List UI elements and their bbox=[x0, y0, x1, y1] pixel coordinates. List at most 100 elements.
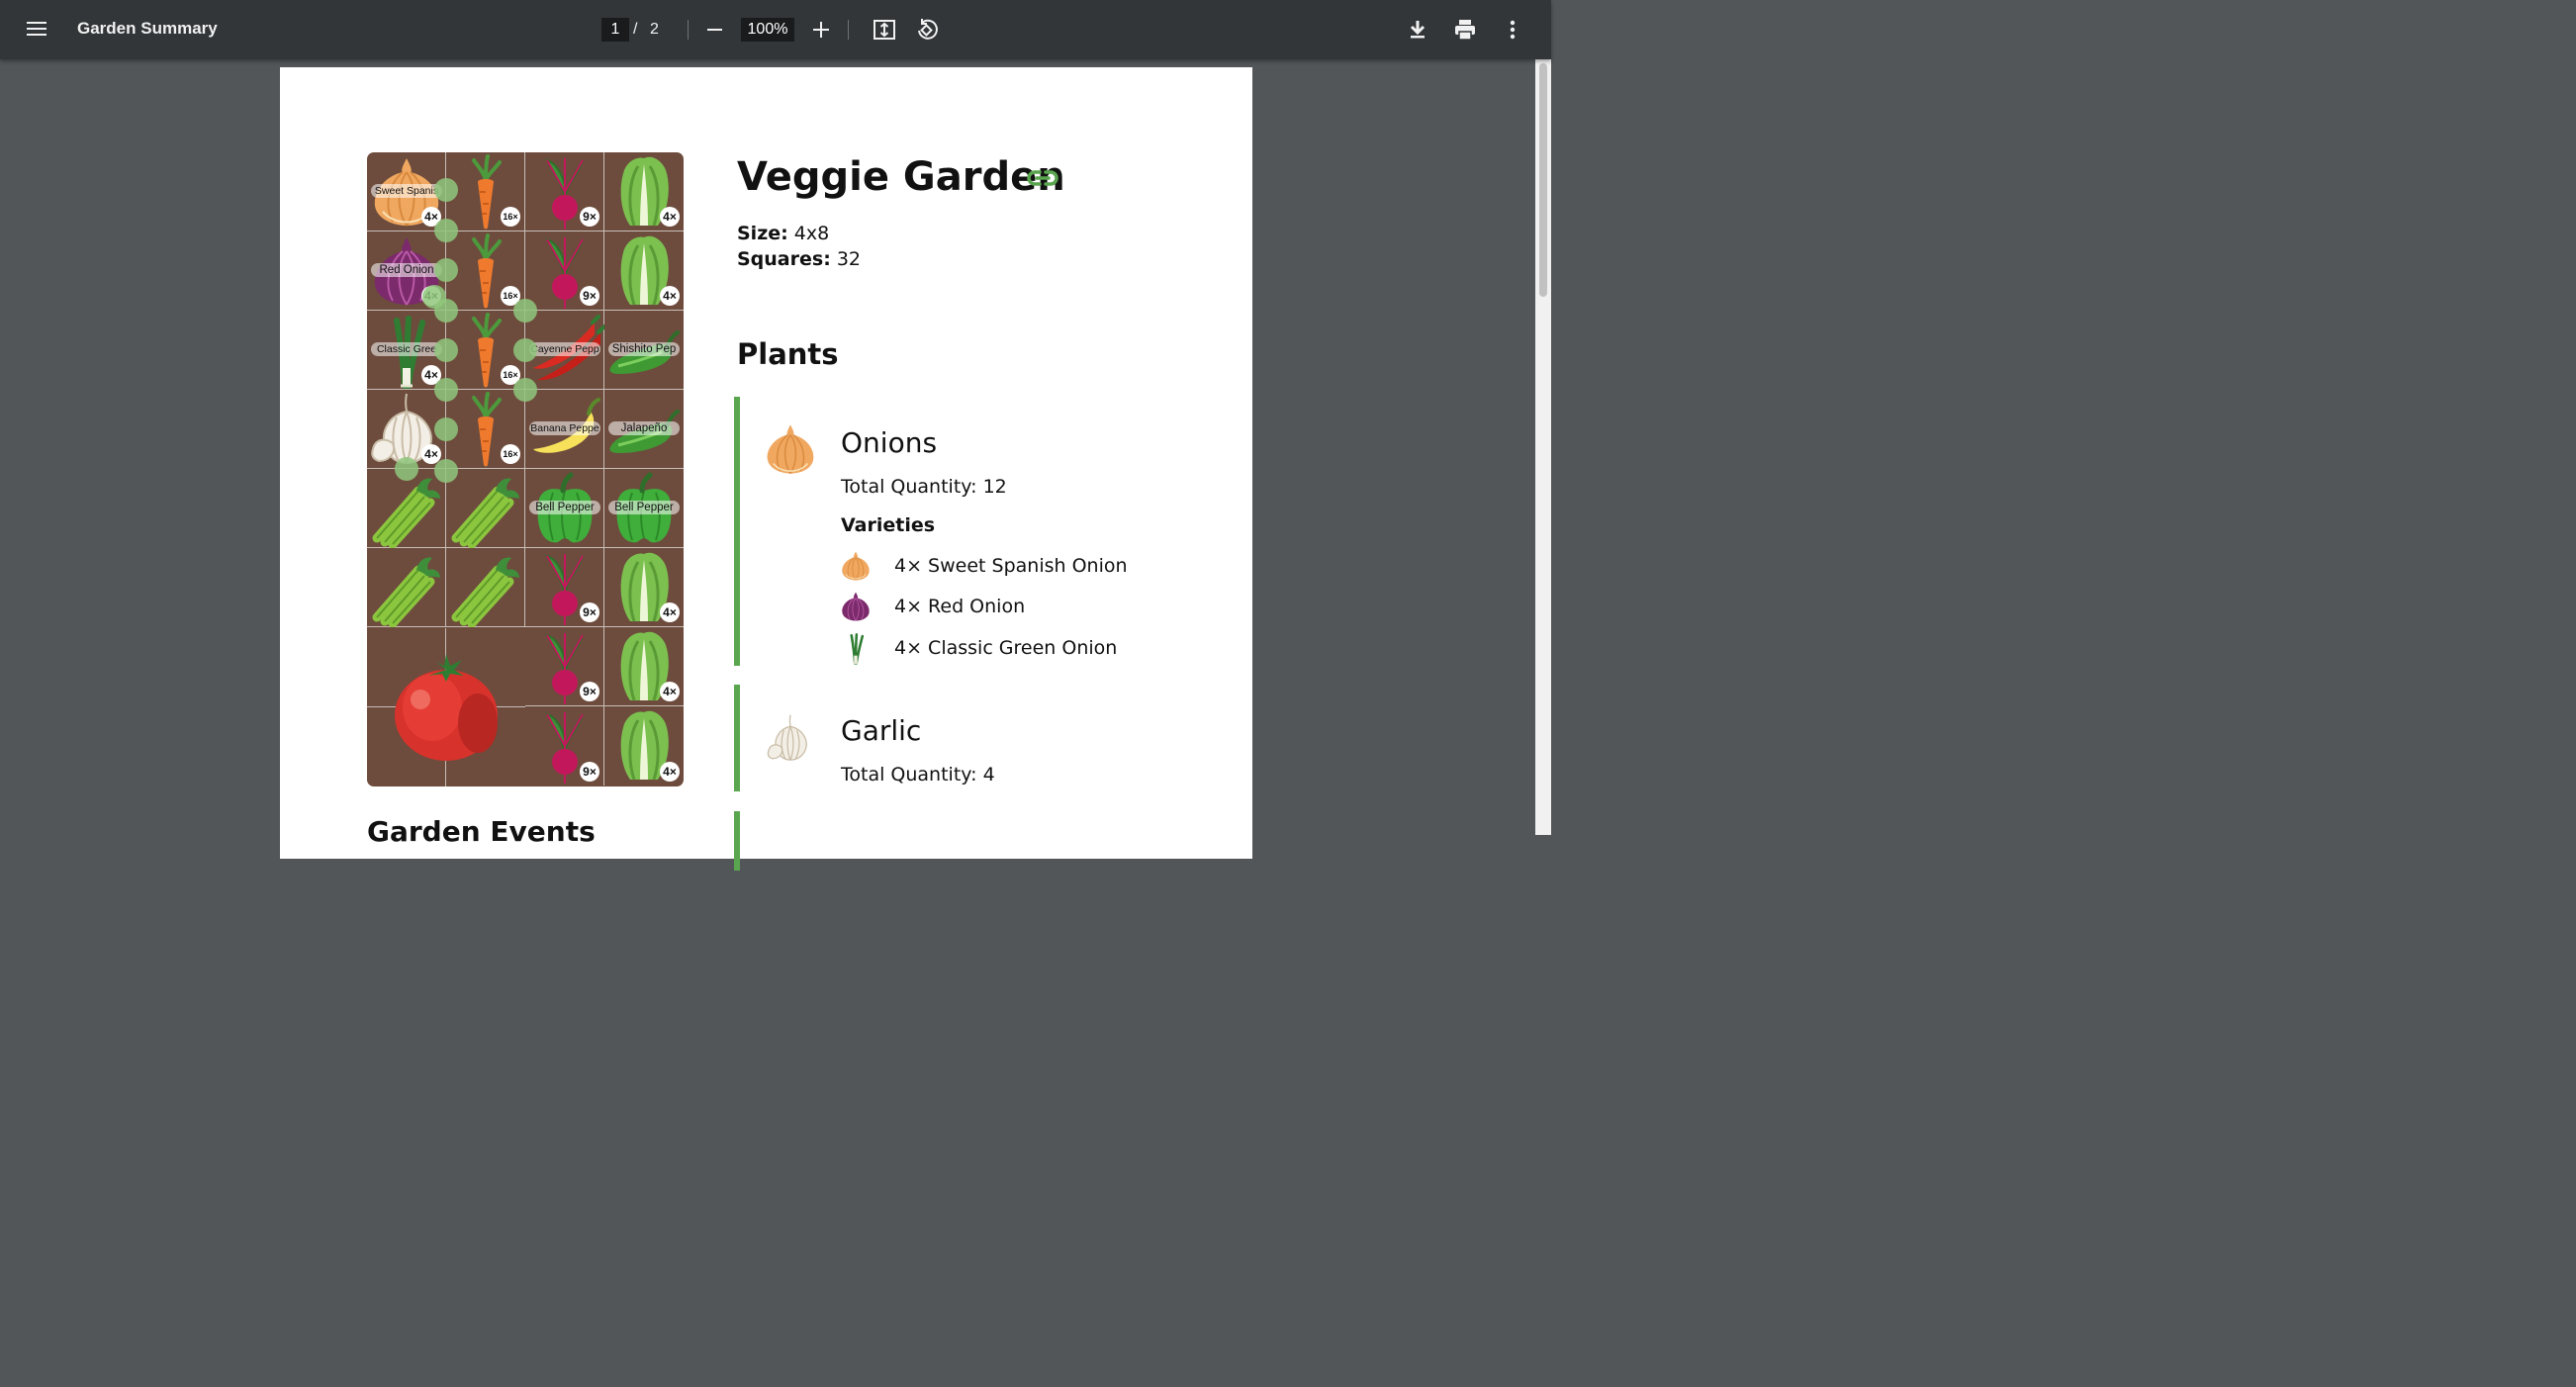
grid-cell-lettuce: 4× bbox=[604, 627, 684, 706]
variety-text: 4× Classic Green Onion bbox=[894, 637, 1118, 659]
grid-cell-label: Sweet Spanis bbox=[371, 184, 442, 198]
hamburger-menu-icon[interactable] bbox=[24, 18, 49, 42]
garden-squares: Squares: 32 bbox=[737, 248, 861, 270]
toolbar-divider bbox=[688, 20, 689, 40]
grid-cell-celery bbox=[367, 548, 446, 627]
celery-icon bbox=[367, 548, 446, 627]
plant-name: Onions bbox=[841, 426, 938, 459]
garlic-icon bbox=[762, 712, 819, 764]
varieties-heading: Varieties bbox=[841, 514, 936, 536]
planting-dot bbox=[434, 338, 458, 362]
sweet-onion-icon bbox=[839, 549, 873, 583]
grid-cell-lettuce: 4× bbox=[604, 152, 684, 231]
garden-grid: Sweet Spanis 4× 16× 9× 4× Red Onion 4× 1… bbox=[367, 152, 684, 786]
quantity-badge: 4× bbox=[660, 682, 680, 701]
grid-cell-label: Cayenne Pepp bbox=[529, 342, 600, 356]
quantity-badge: 9× bbox=[580, 682, 599, 701]
page-separator: / bbox=[633, 21, 638, 38]
grid-cell-beet: 9× bbox=[525, 706, 604, 786]
quantity-badge: 4× bbox=[660, 207, 680, 227]
grid-cell-celery bbox=[367, 469, 446, 548]
garden-size: Size: 4x8 bbox=[737, 223, 829, 244]
garden-events-heading: Garden Events bbox=[367, 815, 596, 848]
grid-cell-cayenne-pepper: Cayenne Pepp bbox=[525, 311, 604, 390]
grid-cell-bell-pepper: Bell Pepper bbox=[525, 469, 604, 548]
grid-cell-beet: 9× bbox=[525, 152, 604, 231]
planting-dot bbox=[434, 378, 458, 402]
plant-total-quantity: Total Quantity: 12 bbox=[841, 476, 1007, 498]
planting-dot bbox=[434, 178, 458, 202]
grid-cell-beet: 9× bbox=[525, 627, 604, 706]
tomato-icon bbox=[395, 654, 498, 761]
variety-text: 4× Red Onion bbox=[894, 596, 1026, 617]
garden-title: Veggie Garden bbox=[737, 154, 1065, 200]
grid-cell-carrot: 16× bbox=[446, 152, 525, 231]
grid-cell-label: Bell Pepper bbox=[529, 501, 600, 514]
fit-to-page-icon[interactable] bbox=[873, 18, 896, 42]
download-icon[interactable] bbox=[1406, 18, 1429, 42]
quantity-badge: 9× bbox=[580, 762, 599, 782]
grid-cell-jalapeno: Jalapeño bbox=[604, 390, 684, 469]
grid-cell-label: Classic Gree bbox=[371, 342, 442, 356]
celery-icon bbox=[446, 469, 525, 548]
celery-icon bbox=[367, 469, 446, 548]
quantity-badge: 9× bbox=[580, 207, 599, 227]
grid-cell-label: Red Onion bbox=[371, 263, 442, 277]
pdf-page: Sweet Spanis 4× 16× 9× 4× Red Onion 4× 1… bbox=[280, 67, 1252, 871]
size-label: Size: bbox=[737, 223, 788, 244]
print-icon[interactable] bbox=[1453, 18, 1477, 42]
page-number-input[interactable]: 1 bbox=[601, 18, 629, 42]
plant-card-garlic: Garlic Total Quantity: 4 bbox=[734, 685, 1169, 791]
plants-heading: Plants bbox=[737, 337, 839, 371]
planting-dot bbox=[513, 299, 537, 323]
planting-dot bbox=[395, 457, 418, 481]
zoom-level-input[interactable]: 100% bbox=[741, 18, 794, 42]
total-pages: 2 bbox=[650, 21, 659, 38]
quantity-badge: 16× bbox=[501, 207, 520, 227]
grid-cell-lettuce: 4× bbox=[604, 706, 684, 786]
grid-cell-celery bbox=[446, 469, 525, 548]
rotate-icon[interactable] bbox=[915, 18, 939, 42]
more-vert-icon[interactable] bbox=[1501, 18, 1524, 42]
grid-cell-label: Shishito Pep bbox=[608, 342, 680, 356]
quantity-badge: 9× bbox=[580, 286, 599, 306]
grid-cell-label: Bell Pepper bbox=[608, 501, 680, 514]
quantity-badge: 4× bbox=[660, 286, 680, 306]
grid-cell-celery bbox=[446, 548, 525, 627]
grid-cell-lettuce: 4× bbox=[604, 548, 684, 627]
plant-card-next bbox=[734, 811, 1169, 871]
size-value: 4x8 bbox=[793, 223, 830, 244]
variety-text: 4× Sweet Spanish Onion bbox=[894, 555, 1128, 577]
grid-cell-banana-pepper: Banana Peppe bbox=[525, 390, 604, 469]
squares-value: 32 bbox=[836, 248, 862, 270]
grid-cell-carrot: 16× bbox=[446, 231, 525, 311]
quantity-badge: 4× bbox=[660, 602, 680, 622]
planting-dot bbox=[434, 299, 458, 323]
plant-card-onions: Onions Total Quantity: 12 Varieties 4× S… bbox=[734, 397, 1169, 666]
planting-dot bbox=[513, 338, 537, 362]
grid-cell-carrot: 16× bbox=[446, 390, 525, 469]
celery-icon bbox=[446, 548, 525, 627]
grid-cell-label: Jalapeño bbox=[608, 421, 680, 435]
quantity-badge: 9× bbox=[580, 602, 599, 622]
pdf-toolbar: Garden Summary 1 / 2 100% bbox=[0, 0, 1551, 59]
plant-name: Garlic bbox=[841, 714, 922, 747]
planting-dot bbox=[434, 219, 458, 242]
plant-total-quantity: Total Quantity: 4 bbox=[841, 764, 995, 786]
planting-dot bbox=[434, 459, 458, 483]
document-title: Garden Summary bbox=[77, 19, 218, 38]
onion-icon bbox=[762, 420, 819, 478]
green-onion-icon bbox=[839, 631, 873, 665]
grid-cell-bell-pepper: Bell Pepper bbox=[604, 469, 684, 548]
link-icon[interactable] bbox=[1026, 166, 1059, 190]
scrollbar-thumb[interactable] bbox=[1539, 63, 1547, 297]
planting-dot bbox=[513, 378, 537, 402]
toolbar-divider bbox=[848, 20, 849, 40]
quantity-badge: 16× bbox=[501, 444, 520, 464]
grid-cell-tomato bbox=[367, 628, 525, 786]
plus-icon[interactable] bbox=[811, 18, 831, 42]
vertical-scrollbar[interactable] bbox=[1535, 59, 1551, 835]
grid-cell-beet: 9× bbox=[525, 548, 604, 627]
minus-icon[interactable] bbox=[705, 18, 725, 42]
grid-cell-lettuce: 4× bbox=[604, 231, 684, 311]
